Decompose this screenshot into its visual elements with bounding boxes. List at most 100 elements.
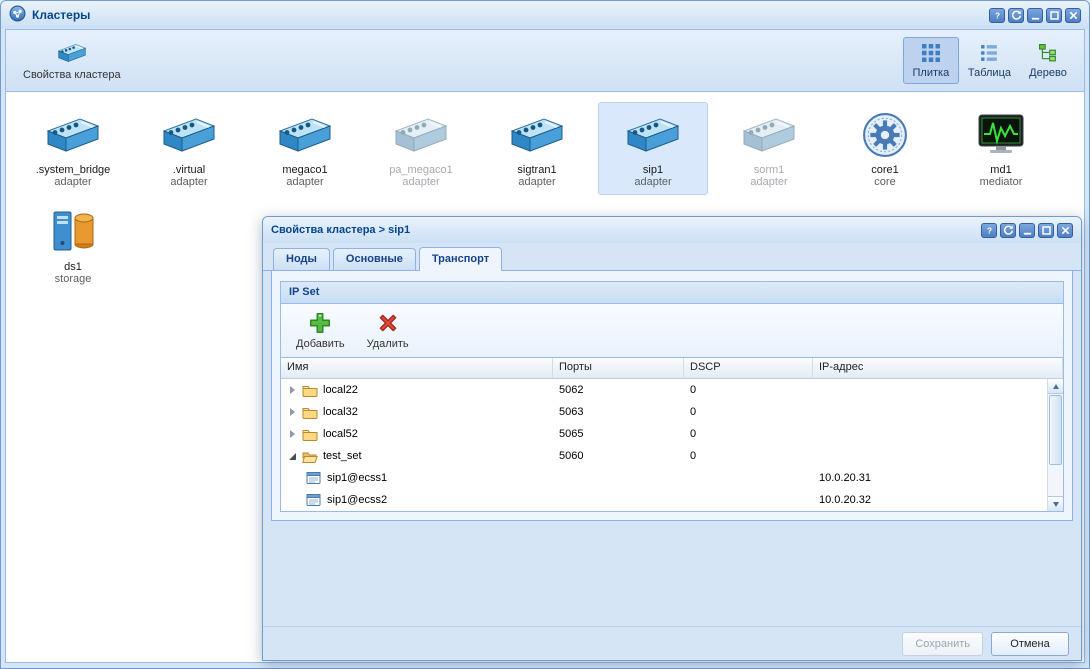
- svg-text:?: ?: [994, 11, 999, 20]
- column-header-dscp[interactable]: DSCP: [684, 358, 813, 378]
- refresh-button[interactable]: [1008, 8, 1024, 23]
- cluster-tile[interactable]: core1 core: [830, 102, 940, 195]
- cluster-tile-name: sip1: [601, 164, 705, 176]
- cluster-properties-button[interactable]: Свойства кластера: [14, 35, 130, 86]
- refresh-button[interactable]: [1000, 223, 1016, 238]
- scroll-thumb[interactable]: [1049, 395, 1062, 465]
- cluster-tile-type: adapter: [21, 176, 125, 188]
- scroll-down-button[interactable]: [1048, 496, 1063, 511]
- add-icon: [308, 311, 332, 335]
- app-icon: [9, 5, 26, 25]
- expand-arrow[interactable]: [286, 450, 298, 462]
- cluster-tile-name: pa_megaco1: [369, 164, 473, 176]
- row-icon: [302, 383, 319, 397]
- tab-transport[interactable]: Транспорт: [419, 247, 502, 271]
- view-tree-button[interactable]: Дерево: [1020, 37, 1076, 84]
- column-header-name[interactable]: Имя: [281, 358, 553, 378]
- view-tree-icon: [1039, 42, 1057, 64]
- dialog-tabstrip: Ноды Основные Транспорт: [263, 243, 1081, 271]
- cluster-tile[interactable]: md1 mediator: [946, 102, 1056, 195]
- grid-body: local22 5062 0 local32 5063 0 local52 50…: [281, 379, 1063, 511]
- cluster-properties-icon: [57, 40, 87, 66]
- expand-arrow[interactable]: [286, 384, 298, 396]
- column-header-ip[interactable]: IP-адрес: [813, 358, 1063, 378]
- cell-ports: 5060: [553, 450, 684, 462]
- row-icon: [302, 449, 319, 463]
- minimize-button[interactable]: [1019, 223, 1035, 238]
- expand-arrow[interactable]: [286, 428, 298, 440]
- row-icon: [302, 427, 319, 441]
- window-titlebar[interactable]: Кластеры ?: [1, 1, 1089, 29]
- view-tiles-label: Плитка: [913, 67, 950, 79]
- row-name-text: local32: [323, 406, 358, 418]
- column-header-ports[interactable]: Порты: [553, 358, 684, 378]
- cluster-tile[interactable]: sorm1 adapter: [714, 102, 824, 195]
- vertical-scrollbar[interactable]: [1047, 379, 1063, 511]
- maximize-button[interactable]: [1038, 223, 1054, 238]
- cluster-tile-type: adapter: [137, 176, 241, 188]
- dialog-titlebar[interactable]: Свойства кластера > sip1 ?: [263, 217, 1081, 243]
- cell-name: test_set: [281, 449, 553, 463]
- dialog-title: Свойства кластера > sip1: [271, 224, 972, 236]
- cluster-tile-type: adapter: [717, 176, 821, 188]
- cluster-tile-icon: [485, 109, 589, 161]
- add-button[interactable]: Добавить: [287, 308, 354, 353]
- cluster-tile-name: .system_bridge: [21, 164, 125, 176]
- expand-arrow[interactable]: [286, 406, 298, 418]
- cluster-tile[interactable]: sigtran1 adapter: [482, 102, 592, 195]
- cluster-tile-icon: [21, 109, 125, 161]
- cell-name: local32: [281, 405, 553, 419]
- row-icon: [306, 471, 323, 485]
- ipset-toolbar: Добавить Удалить: [281, 304, 1063, 358]
- save-button[interactable]: Сохранить: [902, 632, 983, 656]
- grid-row[interactable]: local32 5063 0: [281, 401, 1047, 423]
- grid-row[interactable]: test_set 5060 0: [281, 445, 1047, 467]
- cluster-tile-icon: [21, 206, 125, 258]
- close-button[interactable]: [1065, 8, 1081, 23]
- cell-dscp: 0: [684, 428, 813, 440]
- cluster-tile[interactable]: sip1 adapter: [598, 102, 708, 195]
- cancel-button[interactable]: Отмена: [991, 632, 1069, 656]
- cluster-tile-name: core1: [833, 164, 937, 176]
- row-name-text: local52: [323, 428, 358, 440]
- help-button[interactable]: ?: [989, 8, 1005, 23]
- grid-row[interactable]: sip1@ecss2 10.0.20.32: [281, 489, 1047, 511]
- cluster-tile-icon: [369, 109, 473, 161]
- cluster-tile[interactable]: megaco1 adapter: [250, 102, 360, 195]
- grid-row[interactable]: local22 5062 0: [281, 379, 1047, 401]
- row-name-text: sip1@ecss1: [327, 472, 387, 484]
- add-label: Добавить: [296, 338, 345, 350]
- cluster-tile-type: adapter: [253, 176, 357, 188]
- minimize-button[interactable]: [1027, 8, 1043, 23]
- grid-row[interactable]: local52 5065 0: [281, 423, 1047, 445]
- cluster-tile[interactable]: ds1 storage: [18, 199, 128, 292]
- scroll-up-button[interactable]: [1048, 379, 1063, 394]
- maximize-button[interactable]: [1046, 8, 1062, 23]
- cluster-tile-name: megaco1: [253, 164, 357, 176]
- cell-ports: 5062: [553, 384, 684, 396]
- view-tiles-button[interactable]: Плитка: [903, 37, 959, 84]
- view-table-button[interactable]: Таблица: [959, 37, 1020, 84]
- close-button[interactable]: [1057, 223, 1073, 238]
- window-title: Кластеры: [32, 8, 980, 22]
- window-controls: ?: [986, 8, 1081, 23]
- cluster-tile-type: adapter: [485, 176, 589, 188]
- cluster-tile[interactable]: .system_bridge adapter: [18, 102, 128, 195]
- cluster-tile[interactable]: pa_megaco1 adapter: [366, 102, 476, 195]
- grid-row[interactable]: sip1@ecss1 10.0.20.31: [281, 467, 1047, 489]
- collapse-icon: [289, 453, 296, 460]
- tab-nodes[interactable]: Ноды: [273, 248, 330, 270]
- grid-rows: local22 5062 0 local32 5063 0 local52 50…: [281, 379, 1047, 511]
- help-button[interactable]: ?: [981, 223, 997, 238]
- cluster-tile-type: core: [833, 176, 937, 188]
- cell-dscp: 0: [684, 406, 813, 418]
- cluster-tile[interactable]: .virtual adapter: [134, 102, 244, 195]
- scroll-up-icon: [1053, 384, 1059, 389]
- ipset-grid: Имя Порты DSCP IP-адрес local22 5062 0 l…: [281, 358, 1063, 511]
- delete-button[interactable]: Удалить: [358, 308, 418, 353]
- view-tiles-icon: [922, 42, 940, 64]
- tab-main[interactable]: Основные: [333, 248, 416, 270]
- delete-icon: [376, 311, 400, 335]
- main-toolbar: Свойства кластера Плитка Таблица Дерево: [6, 30, 1084, 92]
- screen: Кластеры ? Свойства кластера Плитка Табл…: [0, 0, 1090, 669]
